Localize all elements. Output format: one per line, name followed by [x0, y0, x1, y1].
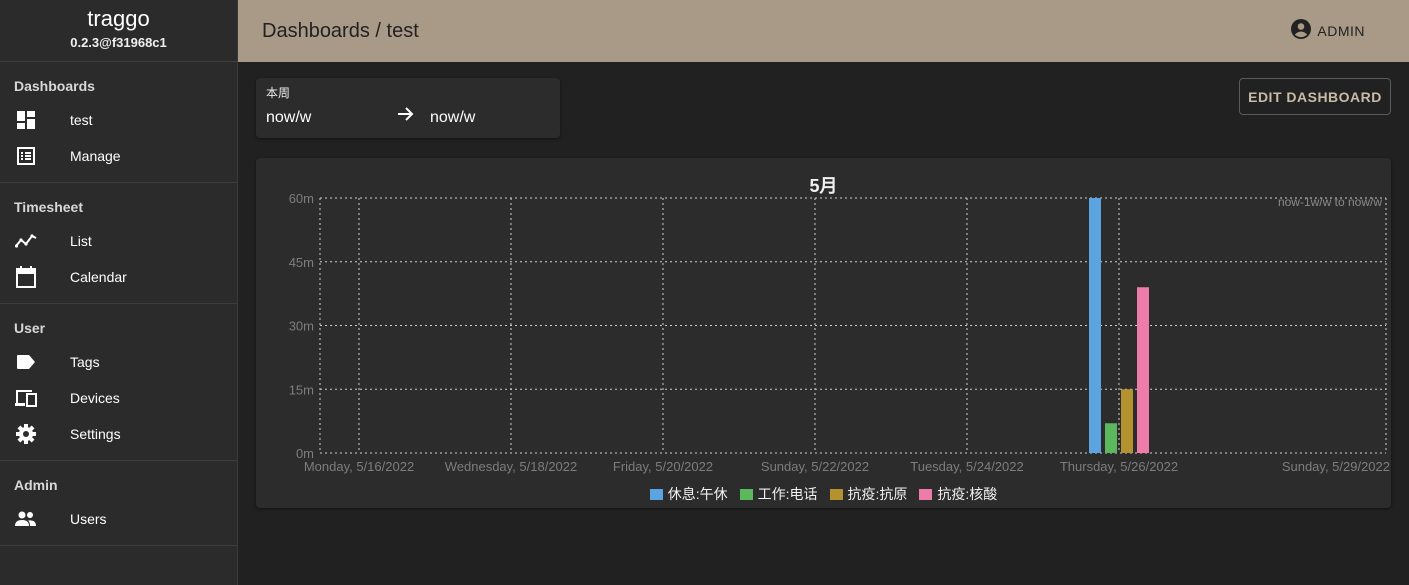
sidebar-item-devices[interactable]: Devices: [0, 380, 237, 416]
x-tick-label: Sunday, 5/22/2022: [761, 459, 869, 474]
section-title: User: [14, 320, 46, 336]
sidebar-item-test[interactable]: test: [0, 102, 237, 138]
x-tick-label: Wednesday, 5/18/2022: [445, 459, 578, 474]
sidebar: traggo 0.2.3@f31968c1 Dashboards test Ma…: [0, 0, 238, 585]
section-title: Dashboards: [14, 78, 95, 94]
user-label: ADMIN: [1317, 22, 1365, 39]
date-range-picker[interactable]: 本周 now/w now/w: [256, 78, 560, 138]
legend-label: 抗疫:抗原: [847, 486, 908, 502]
x-tick-label: Thursday, 5/26/2022: [1060, 459, 1178, 474]
sidebar-item-label: List: [70, 233, 92, 249]
bar: [1105, 423, 1117, 453]
legend-item[interactable]: 休息:午休: [649, 484, 728, 504]
legend-label: 休息:午休: [667, 486, 728, 502]
chart-annotation: now-1w/w to now/w: [1278, 195, 1382, 209]
chart-legend: 休息:午休 工作:电话 抗疫:抗原 抗疫:核酸: [256, 484, 1391, 504]
legend-swatch: [829, 488, 843, 500]
sidebar-item-settings[interactable]: Settings: [0, 416, 237, 452]
edit-dashboard-button[interactable]: EDIT DASHBOARD: [1239, 78, 1391, 115]
sidebar-section-admin: Admin Users: [0, 461, 237, 546]
sidebar-item-label: Devices: [70, 390, 120, 406]
devices-icon: [14, 386, 38, 410]
sidebar-item-label: Settings: [70, 426, 121, 442]
sidebar-section-timesheet: Timesheet List Calendar: [0, 183, 237, 304]
people-icon: [14, 507, 38, 531]
arrow-right-icon: [396, 104, 416, 129]
y-tick-label: 15m: [289, 382, 314, 397]
x-tick-label: Sunday, 5/29/2022: [1282, 459, 1390, 474]
sidebar-item-calendar[interactable]: Calendar: [0, 259, 237, 295]
range-from-input[interactable]: now/w: [266, 109, 311, 127]
y-tick-label: 60m: [289, 191, 314, 206]
sidebar-item-manage[interactable]: Manage: [0, 138, 237, 174]
sidebar-item-label: test: [70, 112, 93, 128]
range-label: 本周: [266, 86, 291, 100]
x-tick-label: Tuesday, 5/24/2022: [910, 459, 1023, 474]
sidebar-item-label: Tags: [70, 354, 100, 370]
chart-card: 5月 0m 15m 30m 45m 60m Monday, 5/16/2022 Wednes…: [256, 158, 1391, 508]
bar: [1121, 389, 1133, 453]
legend-label: 抗疫:核酸: [937, 486, 998, 502]
sidebar-item-label: Calendar: [70, 269, 127, 285]
sidebar-section-user: User Tags Devices Settings: [0, 304, 237, 461]
user-menu-button[interactable]: ADMIN: [1291, 19, 1365, 42]
x-tick-label: Monday, 5/16/2022: [304, 459, 414, 474]
sidebar-item-tags[interactable]: Tags: [0, 344, 237, 380]
legend-swatch: [739, 488, 753, 500]
bar-chart: 0m15m30m45m60mMonday, 5/16/2022 Wednesday…: [289, 191, 1390, 474]
section-title: Admin: [14, 477, 58, 493]
section-title: Timesheet: [14, 199, 83, 215]
bar: [1089, 198, 1101, 453]
legend-swatch: [919, 488, 933, 500]
sidebar-item-users[interactable]: Users: [0, 501, 237, 537]
y-tick-label: 45m: [289, 255, 314, 270]
legend-label: 工作:电话: [757, 486, 818, 502]
y-tick-label: 30m: [289, 319, 314, 334]
breadcrumb: Dashboards / test: [262, 19, 419, 42]
sidebar-item-label: Manage: [70, 148, 121, 164]
sidebar-item-list[interactable]: List: [0, 223, 237, 259]
range-to-input[interactable]: now/w: [430, 109, 475, 127]
legend-item[interactable]: 抗疫:抗原: [829, 484, 908, 504]
timeline-icon: [14, 229, 38, 253]
app-header: Dashboards / test ADMIN: [238, 0, 1409, 62]
x-tick-label: Friday, 5/20/2022: [613, 459, 713, 474]
app-version: 0.2.3@f31968c1: [70, 35, 167, 50]
sidebar-section-dashboards: Dashboards test Manage: [0, 62, 237, 183]
tag-icon: [14, 350, 38, 374]
account-circle-icon: [1291, 19, 1312, 42]
bar: [1137, 287, 1149, 453]
calendar-icon: [14, 265, 38, 289]
app-name: traggo: [87, 6, 150, 31]
gear-icon: [14, 422, 38, 446]
legend-item[interactable]: 工作:电话: [739, 484, 818, 504]
dashboard-icon: [14, 108, 38, 132]
sidebar-item-label: Users: [70, 511, 107, 527]
list-icon: [14, 144, 38, 168]
brand: traggo 0.2.3@f31968c1: [0, 0, 237, 62]
legend-swatch: [649, 488, 663, 500]
legend-item[interactable]: 抗疫:核酸: [919, 484, 997, 504]
